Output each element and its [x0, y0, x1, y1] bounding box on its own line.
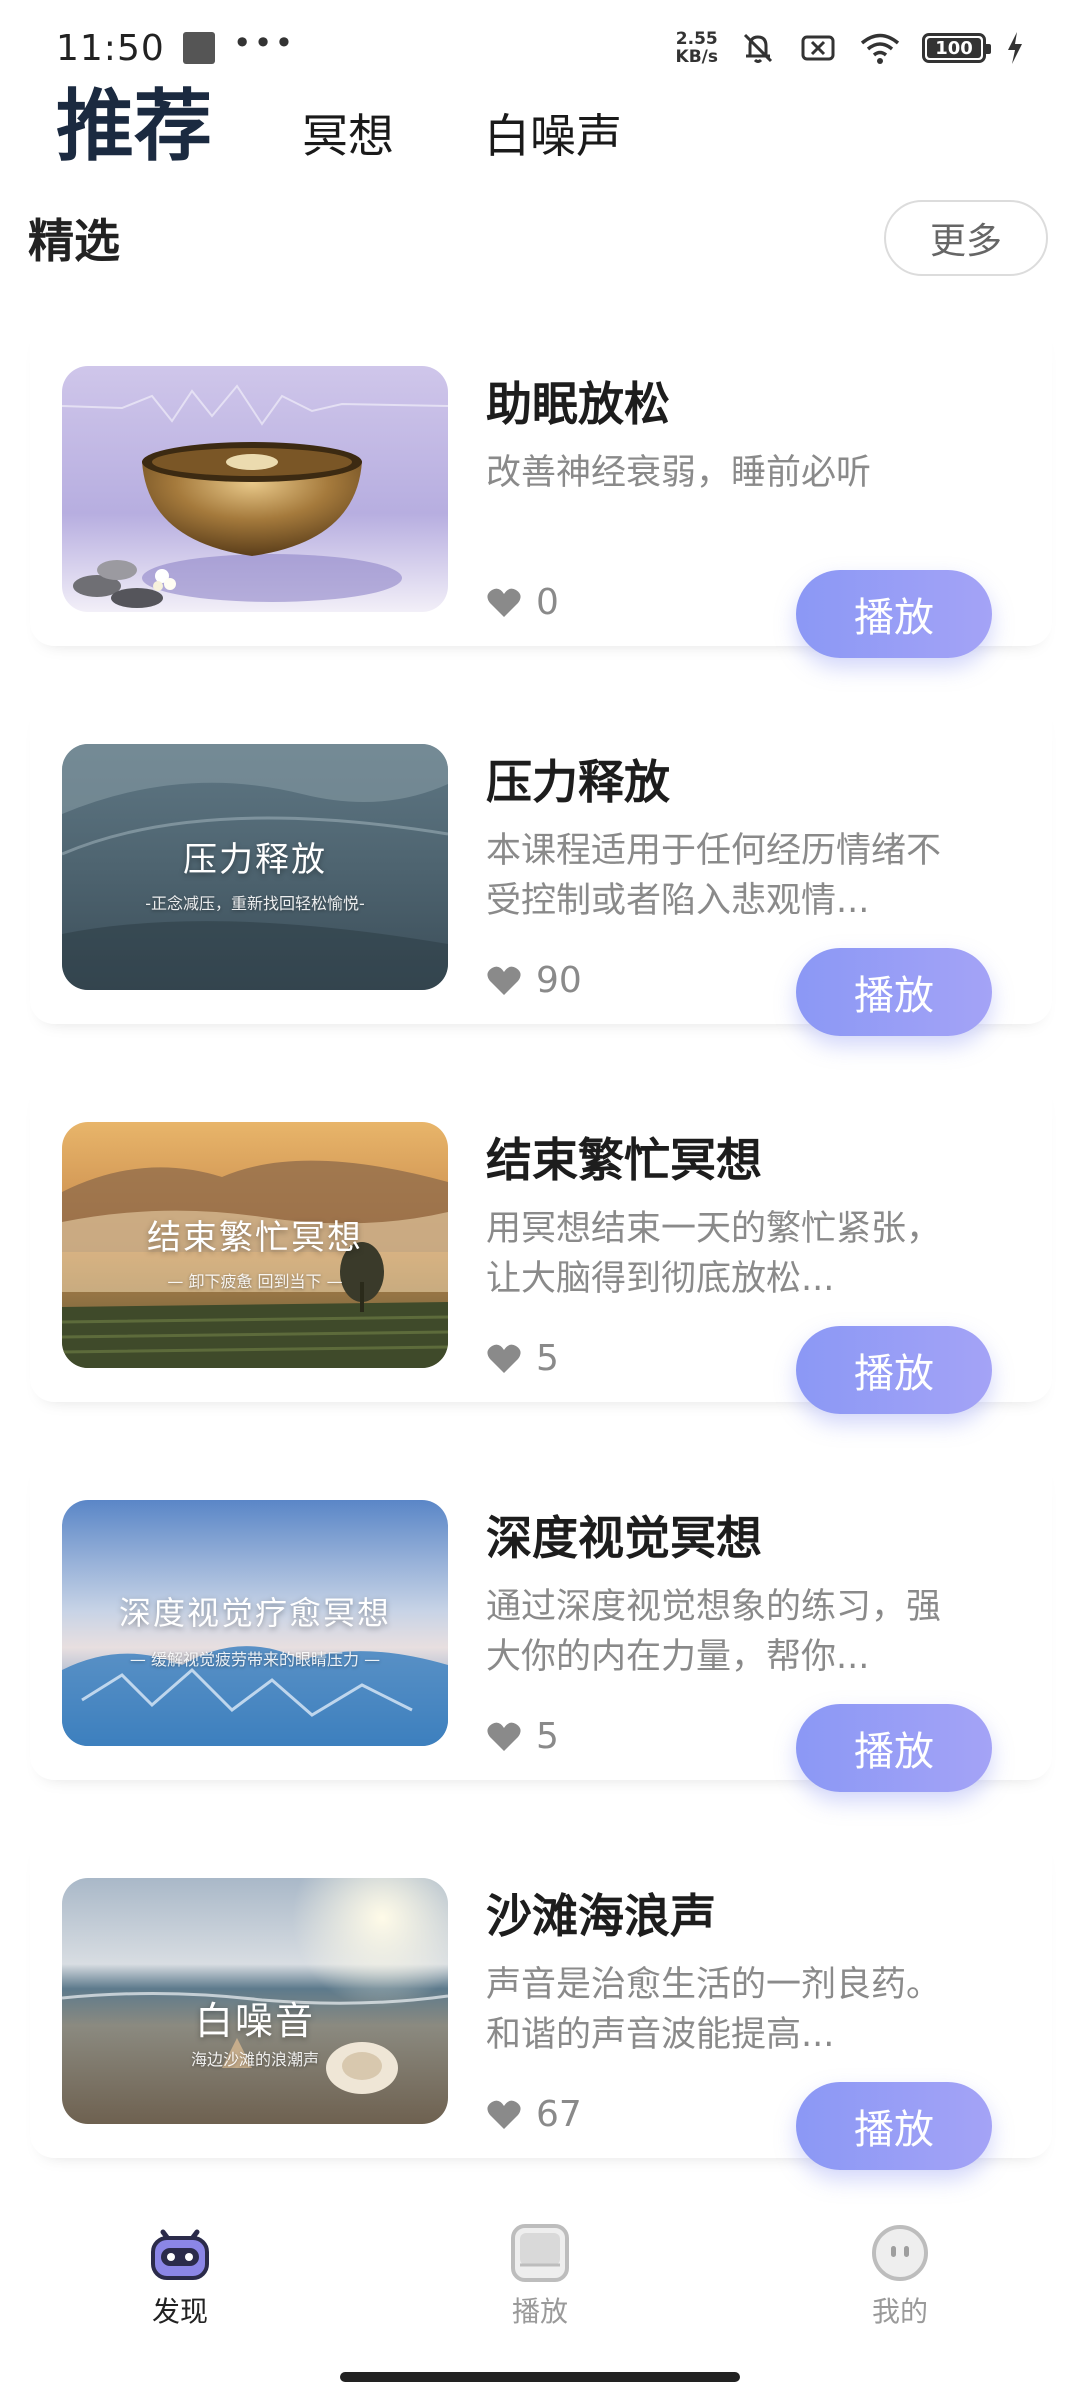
more-button[interactable]: 更多: [884, 200, 1048, 276]
more-notifications-icon: •••: [232, 24, 296, 62]
play-button[interactable]: 播放: [796, 1704, 992, 1792]
course-thumbnail: 白噪音 海边沙滩的浪潮声: [62, 1878, 448, 2124]
bottom-navigation: 发现 播放 我的: [0, 2218, 1080, 2348]
nav-player[interactable]: 播放: [440, 2218, 640, 2330]
play-button[interactable]: 播放: [796, 1326, 992, 1414]
wifi-icon: [858, 28, 902, 68]
heart-icon: [487, 1344, 521, 1373]
heart-icon: [487, 588, 521, 617]
thumbnail-subtitle: 海边沙滩的浪潮声: [190, 2050, 319, 2069]
course-title: 助眠放松: [486, 377, 670, 431]
top-tabs: 推荐 冥想 白噪声: [0, 80, 1080, 180]
course-card[interactable]: 助眠放松 改善神经衰弱，睡前必听 0 播放: [30, 320, 1052, 658]
course-card[interactable]: 压力释放 -正念减压，重新找回轻松愉悦- 压力释放 本课程适用于任何经历情绪不受…: [30, 698, 1052, 1036]
thumbnail-title: 白噪音: [194, 1999, 315, 2043]
network-speed: 2.55 KB/s: [676, 30, 718, 66]
section-title: 精选: [28, 214, 120, 268]
course-title: 沙滩海浪声: [486, 1889, 716, 1943]
thumbnail-subtitle: — 缓解视觉疲劳带来的眼睛压力 —: [129, 1650, 381, 1669]
notification-square-icon: [182, 32, 215, 64]
nav-discover-label: 发现: [151, 2295, 208, 2328]
like-count-value: 0: [536, 582, 559, 623]
thumbnail-subtitle: — 卸下疲惫 回到当下 —: [167, 1272, 343, 1291]
course-card[interactable]: 结束繁忙冥想 — 卸下疲惫 回到当下 — 结束繁忙冥想 用冥想结束一天的繁忙紧张…: [30, 1076, 1052, 1414]
app-screen: 11:50 ••• 2.55 KB/s 100 推荐 冥想 白噪声 精选 更多 …: [0, 0, 1080, 2400]
like-count: 90: [486, 960, 582, 1001]
tab-recommend-label: 推荐: [56, 82, 213, 172]
player-icon: [511, 2224, 569, 2282]
battery-level: 100: [935, 37, 973, 59]
course-title: 压力释放: [486, 755, 670, 809]
like-count-value: 67: [536, 2094, 582, 2135]
heart-icon: [487, 2100, 521, 2129]
no-sim-icon: [798, 28, 838, 68]
like-count-value: 5: [536, 1338, 559, 1379]
course-description: 改善神经衰弱，睡前必听: [486, 453, 872, 493]
course-card[interactable]: 白噪音 海边沙滩的浪潮声 沙滩海浪声 声音是治愈生活的一剂良药。和谐的声音波能提…: [30, 1832, 1052, 2170]
profile-face-icon: [872, 2225, 928, 2281]
like-count: 5: [486, 1716, 559, 1757]
course-description: 用冥想结束一天的繁忙紧张，让大脑得到彻底放松...: [486, 1209, 942, 1299]
robot-icon: [151, 2229, 209, 2280]
tab-white-noise[interactable]: 白噪声: [484, 100, 622, 180]
mute-bell-icon: [738, 28, 778, 68]
nav-discover[interactable]: 发现: [80, 2218, 280, 2330]
course-title: 深度视觉冥想: [486, 1511, 762, 1565]
course-thumbnail: 深度视觉疗愈冥想 — 缓解视觉疲劳带来的眼睛压力 —: [62, 1500, 448, 1746]
tab-meditation-label: 冥想: [302, 109, 395, 163]
thumbnail-subtitle: -正念减压，重新找回轻松愉悦-: [145, 894, 365, 913]
status-time: 11:50: [56, 27, 165, 69]
play-button[interactable]: 播放: [796, 570, 992, 658]
course-description: 通过深度视觉想象的练习，强大你的内在力量，帮你...: [486, 1587, 942, 1677]
like-count-value: 5: [536, 1716, 559, 1757]
course-title: 结束繁忙冥想: [486, 1133, 762, 1187]
nav-player-label: 播放: [511, 2295, 568, 2328]
like-count-value: 90: [536, 960, 582, 1001]
course-description: 本课程适用于任何经历情绪不受控制或者陷入悲观情...: [486, 831, 942, 921]
heart-icon: [487, 966, 521, 995]
tab-white-noise-label: 白噪声: [484, 109, 623, 163]
charging-bolt-icon: [1006, 31, 1024, 65]
like-count: 67: [486, 2094, 582, 2135]
course-thumbnail: 压力释放 -正念减压，重新找回轻松愉悦-: [62, 744, 448, 990]
nav-profile[interactable]: 我的: [800, 2218, 1000, 2330]
thumbnail-title: 压力释放: [183, 840, 327, 880]
battery-icon: 100: [922, 33, 991, 63]
like-count: 5: [486, 1338, 559, 1379]
course-thumbnail: [62, 366, 448, 612]
featured-section-header: 精选 更多: [0, 196, 1080, 280]
course-thumbnail: 结束繁忙冥想 — 卸下疲惫 回到当下 —: [62, 1122, 448, 1368]
thumbnail-title: 深度视觉疗愈冥想: [118, 1594, 391, 1632]
network-speed-value: 2.55: [675, 29, 718, 49]
play-button[interactable]: 播放: [796, 948, 992, 1036]
course-description: 声音是治愈生活的一剂良药。和谐的声音波能提高...: [486, 1965, 942, 2055]
play-button[interactable]: 播放: [796, 2082, 992, 2170]
thumbnail-title: 结束繁忙冥想: [147, 1218, 363, 1258]
network-speed-unit: KB/s: [675, 47, 718, 67]
heart-icon: [487, 1722, 521, 1751]
home-indicator[interactable]: [340, 2372, 740, 2382]
tab-meditation[interactable]: 冥想: [302, 100, 394, 180]
tab-recommend[interactable]: 推荐: [52, 64, 217, 180]
like-count: 0: [486, 582, 559, 623]
course-card[interactable]: 深度视觉疗愈冥想 — 缓解视觉疲劳带来的眼睛压力 — 深度视觉冥想 通过深度视觉…: [30, 1454, 1052, 1792]
nav-profile-label: 我的: [871, 2295, 928, 2328]
